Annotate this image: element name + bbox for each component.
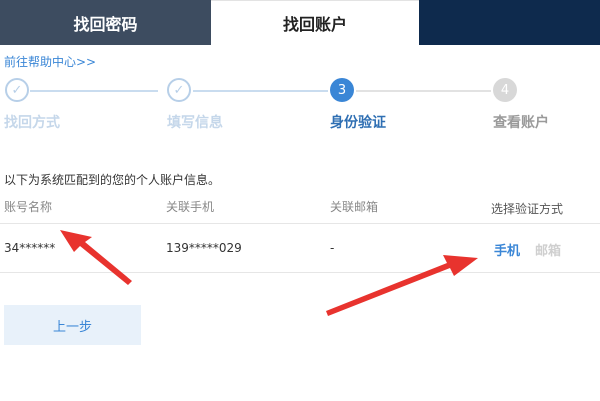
step-indicator: ✓ ✓ 3 4 找回方式 填写信息 身份验证 查看账户	[0, 76, 600, 136]
header-account-name: 账号名称	[4, 200, 53, 214]
tab-bar-filler	[419, 0, 600, 45]
header-verify-method: 选择验证方式	[491, 202, 564, 216]
step-connector	[30, 90, 158, 92]
step-1-label: 找回方式	[4, 115, 60, 131]
tab-find-account[interactable]: 找回账户	[211, 0, 419, 45]
verify-by-phone-button[interactable]: 手机	[494, 240, 520, 259]
table-divider	[0, 223, 600, 224]
help-center-link[interactable]: 前往帮助中心>>	[4, 53, 96, 70]
tab-bar: 找回密码 找回账户	[0, 0, 600, 45]
intro-text: 以下为系统匹配到的您的个人账户信息。	[4, 173, 221, 187]
step-3-label: 身份验证	[330, 115, 386, 131]
tab-find-password[interactable]: 找回密码	[0, 0, 211, 45]
header-linked-phone: 关联手机	[166, 200, 215, 214]
verify-by-email-button[interactable]: 邮箱	[535, 240, 561, 259]
account-name-value: 34******	[4, 241, 56, 255]
step-connector	[193, 90, 328, 92]
step-1-check-icon: ✓	[5, 78, 29, 102]
linked-phone-value: 139*****029	[166, 241, 242, 255]
step-connector	[356, 90, 491, 92]
annotation-arrow-left	[60, 230, 132, 285]
linked-email-value: -	[330, 241, 335, 255]
step-2-label: 填写信息	[167, 115, 223, 131]
previous-step-button[interactable]: 上一步	[4, 305, 141, 345]
step-3-circle: 3	[330, 78, 354, 102]
step-4-circle: 4	[493, 78, 517, 102]
header-linked-email: 关联邮箱	[330, 200, 379, 214]
annotation-arrow-right	[326, 255, 478, 316]
table-divider	[0, 272, 600, 273]
step-4-label: 查看账户	[493, 115, 549, 131]
step-2-check-icon: ✓	[167, 78, 191, 102]
